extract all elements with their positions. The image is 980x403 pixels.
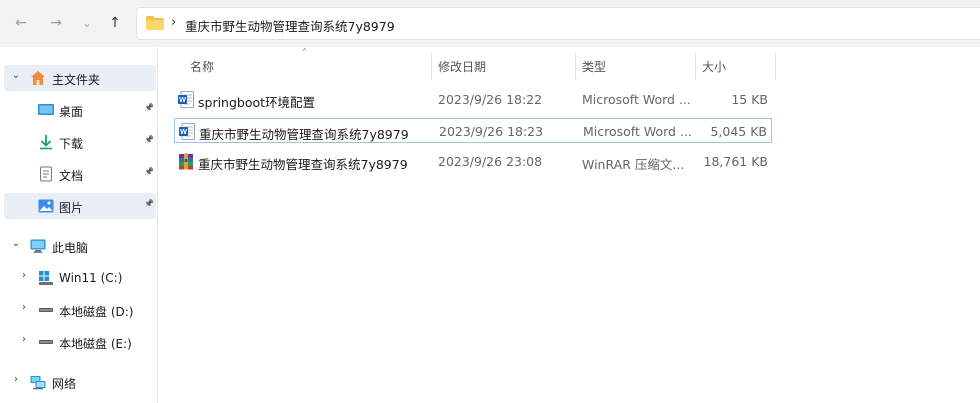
chevron-right-icon[interactable]: › [18,302,30,313]
chevron-down-icon: ⌄ [82,16,92,30]
forward-button[interactable]: → [47,14,65,32]
sidebar-item-drive-c[interactable]: › Win11 (C:) [4,265,156,291]
back-arrow-icon: ← [15,15,27,31]
file-row[interactable]: 重庆市野生动物管理查询系统7y8979 2023/9/26 23:08 WinR… [174,149,772,174]
file-date: 2023/9/26 18:23 [439,124,544,139]
file-name: 重庆市野生动物管理查询系统7y8979 [198,157,408,172]
chevron-right-icon[interactable]: › [18,270,30,281]
file-date: 2023/9/26 18:22 [438,92,543,107]
hard-drive-icon [39,340,53,344]
file-size: 15 KB [731,92,768,107]
column-divider[interactable] [431,52,432,80]
up-button[interactable]: ↑ [106,14,124,32]
sidebar-item-label: 图片 [59,201,84,215]
sidebar-item-home[interactable]: ⌄ 主文件夹 [4,65,156,91]
sidebar-item-label: 此电脑 [52,241,89,255]
sidebar-item-label: 文档 [59,169,84,183]
column-header-date[interactable]: 修改日期 [438,52,574,80]
pin-icon[interactable]: 📌 [144,199,154,208]
sidebar-item-downloads[interactable]: 下载 📌 [4,129,156,155]
file-size: 5,045 KB [710,124,767,139]
breadcrumb-separator: › [171,15,177,30]
pictures-icon [38,199,54,213]
sidebar-item-network[interactable]: › 网络 [4,369,156,395]
column-divider[interactable] [575,52,576,80]
breadcrumb-current-folder[interactable]: 重庆市野生动物管理查询系统7y8979 [185,16,395,35]
svg-text:W: W [180,127,187,136]
hard-drive-icon [39,308,53,312]
back-button[interactable]: ← [12,14,30,32]
column-header-name[interactable]: 名称 [190,52,430,80]
sidebar-item-label: Win11 (C:) [59,271,123,285]
sidebar-item-desktop[interactable]: 桌面 📌 [4,97,156,123]
desktop-icon [38,104,54,115]
chevron-right-icon[interactable]: › [18,334,30,345]
file-row-selected[interactable]: W 重庆市野生动物管理查询系统7y8979 2023/9/26 18:23 Mi… [174,118,772,143]
sidebar-item-pictures[interactable]: 图片 📌 [4,193,156,219]
document-icon [40,166,52,182]
word-doc-icon: W [179,123,195,140]
sidebar-item-label: 本地磁盘 (E:) [59,337,132,351]
column-header-size[interactable]: 大小 [702,52,774,80]
winrar-archive-icon [179,153,193,170]
computer-icon [30,239,46,253]
folder-icon [146,16,164,30]
sidebar-item-label: 本地磁盘 (D:) [59,305,134,319]
column-header-label: 修改日期 [438,59,487,74]
network-icon [30,376,46,390]
sidebar-item-drive-d[interactable]: › 本地磁盘 (D:) [4,297,156,323]
chevron-right-icon[interactable]: › [10,374,22,385]
sidebar-item-documents[interactable]: 文档 📌 [4,161,156,187]
pin-icon[interactable]: 📌 [144,135,154,144]
file-name: springboot环境配置 [198,95,316,110]
pin-icon[interactable]: 📌 [144,167,154,176]
home-icon [31,71,45,85]
file-type: Microsoft Word ... [582,92,691,107]
forward-arrow-icon: → [50,15,62,31]
column-header-label: 名称 [190,59,215,74]
sidebar-item-drive-e[interactable]: › 本地磁盘 (E:) [4,329,156,355]
file-type: WinRAR 压缩文... [582,157,685,172]
column-header-label: 类型 [582,59,607,74]
windows-drive-icon [39,271,53,285]
download-icon [40,135,52,150]
recent-locations-button[interactable]: ⌄ [78,14,96,32]
column-divider[interactable] [775,52,776,80]
up-arrow-icon: ↑ [109,15,121,31]
pin-icon[interactable]: 📌 [144,103,154,112]
navigation-pane: ⌄ 主文件夹 桌面 📌 下载 📌 文档 📌 图片 📌 ⌄ 此电脑 › Win11… [0,47,158,403]
sidebar-item-label: 下载 [59,137,84,151]
sidebar-item-this-pc[interactable]: ⌄ 此电脑 [4,233,156,259]
navigation-bar: ← → ⌄ ↑ › 重庆市野生动物管理查询系统7y8979 [0,0,980,47]
column-header-label: 大小 [702,59,727,74]
file-size: 18,761 KB [703,154,768,169]
file-date: 2023/9/26 23:08 [438,154,543,169]
chevron-down-icon[interactable]: ⌄ [10,238,22,249]
file-row[interactable]: W springboot环境配置 2023/9/26 18:22 Microso… [174,87,772,112]
word-doc-icon: W [178,91,194,108]
sidebar-item-label: 桌面 [59,105,84,119]
sidebar-item-label: 主文件夹 [52,73,101,87]
column-divider[interactable] [695,52,696,80]
column-header-type[interactable]: 类型 [582,52,692,80]
file-name: 重庆市野生动物管理查询系统7y8979 [199,127,409,142]
file-type: Microsoft Word ... [583,124,692,139]
address-bar[interactable]: › 重庆市野生动物管理查询系统7y8979 [136,7,980,40]
svg-text:W: W [179,95,186,104]
sidebar-item-label: 网络 [52,377,77,391]
chevron-down-icon[interactable]: ⌄ [10,70,22,81]
